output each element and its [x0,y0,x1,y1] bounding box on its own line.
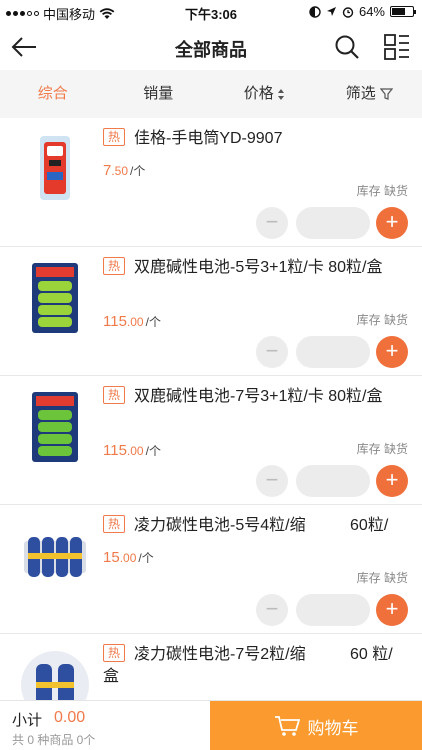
price-unit: /个 [138,551,154,565]
price-decimal: .00 [126,315,144,329]
product-price: 15.00/个 [103,549,154,566]
decrease-button[interactable]: − [256,207,288,239]
stock-label: 库存 [356,442,381,456]
product-name: 佳格-手电筒YD-9907 [134,130,283,147]
product-item[interactable]: 热 佳格-手电筒YD-9907 7.50/个 库存 缺货 − + [0,118,422,247]
price-integer: 115 [103,442,127,459]
product-item[interactable]: 热 凌力碳性电池-7号2粒/缩 60 粒/盒 [0,634,422,700]
product-price: 115.00/个 [103,313,161,330]
bottom-bar: 小计 0.00 共 0 种商品 0个 购物车 [0,700,422,750]
decrease-button[interactable]: − [256,465,288,497]
stock-status: 缺货 [383,313,408,327]
decrease-button[interactable]: − [256,336,288,368]
increase-button[interactable]: + [376,207,408,239]
subtotal-value: 0.00 [54,709,86,726]
quantity-input[interactable] [296,207,370,239]
navbar: 全部商品 [0,24,422,70]
product-item[interactable]: 热 凌力碳性电池-5号4粒/缩 60粒/ 15.00/个 库存 缺货 − + [0,505,422,634]
product-price: 7.50/个 [103,162,145,179]
tab-comprehensive[interactable]: 综合 [0,70,106,118]
quantity-input[interactable] [296,336,370,368]
increase-button[interactable]: + [376,336,408,368]
cart-button[interactable]: 购物车 [210,701,422,750]
stock-label: 库存 [356,184,381,198]
quantity-input[interactable] [296,465,370,497]
search-icon[interactable] [334,34,360,60]
battery-pack-image [24,537,86,577]
status-bar: 中国移动 下午3:06 64% [0,0,422,24]
product-name: 双鹿碱性电池-7号3+1粒/卡 80粒/盒 [134,388,383,405]
location-icon [326,7,336,16]
battery-icon [390,6,416,17]
product-name: 凌力碳性电池-7号2粒/缩 60 粒/盒 [103,646,393,685]
product-name: 凌力碳性电池-5号4粒/缩 60粒/ [134,517,389,534]
stock-info: 库存 缺货 [357,440,408,457]
stock-info: 库存 缺货 [357,569,408,586]
stock-status: 缺货 [383,442,408,456]
battery-fill [392,8,405,15]
tab-filter-label: 筛选 [345,85,376,102]
product-price: 115.00/个 [103,442,161,459]
cart-button-label: 购物车 [307,718,359,738]
quantity-stepper: − + [256,465,408,497]
decrease-button[interactable]: − [256,594,288,626]
price-unit: /个 [130,164,146,178]
increase-button[interactable]: + [376,465,408,497]
battery-percent: 64% [358,4,385,19]
price-decimal: .00 [126,444,144,458]
stock-status: 缺货 [383,184,408,198]
quantity-input[interactable] [296,594,370,626]
stock-label: 库存 [356,313,381,327]
product-name: 双鹿碱性电池-5号3+1粒/卡 80粒/盒 [134,259,383,276]
status-right: 64% [309,4,416,19]
subtotal-label: 小计 [12,712,43,729]
price-unit: /个 [145,315,161,329]
filter-funnel-icon [379,88,393,100]
tab-sales-label: 销量 [143,85,174,102]
tab-price[interactable]: 价格 [211,70,317,118]
stock-status: 缺货 [383,571,408,585]
price-integer: 115 [103,313,127,330]
product-item[interactable]: 热 双鹿碱性电池-7号3+1粒/卡 80粒/盒 115.00/个 库存 缺货 −… [0,376,422,505]
battery-pack-image [32,263,78,333]
battery-pack-image [32,392,78,462]
quantity-stepper: − + [256,207,408,239]
tab-sales[interactable]: 销量 [106,70,212,118]
product-item[interactable]: 热 双鹿碱性电池-5号3+1粒/卡 80粒/盒 115.00/个 库存 缺货 −… [0,247,422,376]
quantity-stepper: − + [256,594,408,626]
tab-filter[interactable]: 筛选 [317,70,422,118]
quantity-stepper: − + [256,336,408,368]
product-list: 热 佳格-手电筒YD-9907 7.50/个 库存 缺货 − + 热 双鹿碱性电… [0,118,422,700]
increase-button[interactable]: + [376,594,408,626]
moon-icon [309,5,321,18]
flashlight-image [40,136,70,200]
tab-price-label: 价格 [243,85,274,102]
stock-label: 库存 [356,571,381,585]
alarm-icon [342,6,354,18]
tab-comprehensive-label: 综合 [37,85,68,102]
price-integer: 15 [103,549,120,566]
sort-updown-icon [277,88,284,100]
grid-view-icon[interactable] [384,34,410,60]
price-decimal: .50 [111,164,129,178]
price-decimal: .00 [119,551,137,565]
cart-summary: 共 0 种商品 0个 [12,733,96,747]
price-unit: /个 [145,444,161,458]
battery-pack-image [21,651,89,700]
stock-info: 库存 缺货 [357,311,408,328]
stock-info: 库存 缺货 [357,182,408,199]
filter-tabs: 综合 销量 价格 筛选 [0,70,422,118]
shopping-cart-icon [274,716,300,736]
